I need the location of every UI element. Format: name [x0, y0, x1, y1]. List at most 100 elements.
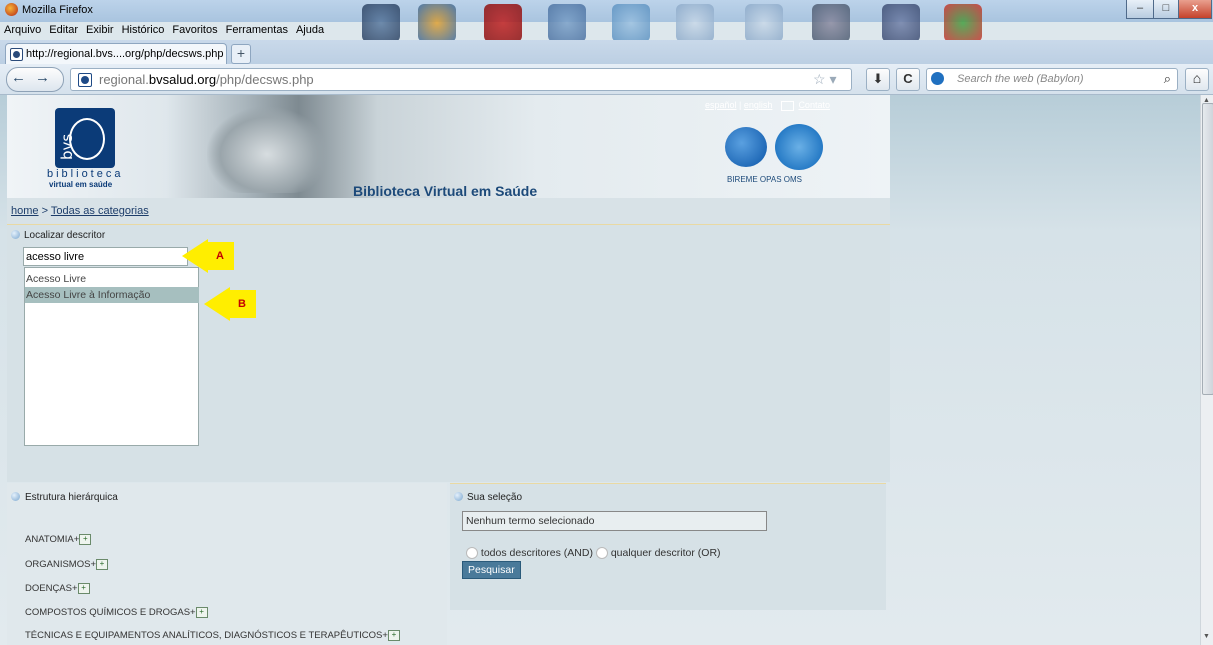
breadcrumb-separator: >: [38, 205, 51, 217]
category-label[interactable]: ANATOMIA+: [25, 534, 79, 545]
logo-word: biblioteca: [47, 168, 124, 180]
scroll-down-icon[interactable]: ▼: [1203, 633, 1210, 640]
minimize-button[interactable]: –: [1126, 0, 1154, 19]
desktop-icon: [612, 4, 650, 42]
desktop-icon: [745, 4, 783, 42]
desktop-icon: [418, 4, 456, 42]
new-tab-button[interactable]: +: [231, 44, 251, 64]
search-magnifier-icon[interactable]: ⌕: [1164, 71, 1171, 87]
desktop-icon: [676, 4, 714, 42]
annotation-arrow-a: A: [182, 239, 238, 273]
expand-plus-icon[interactable]: +: [387, 630, 400, 641]
category-label[interactable]: COMPOSTOS QUÍMICOS E DROGAS+: [25, 607, 196, 618]
panel-title: Localizar descritor: [24, 230, 106, 241]
url-prefix: regional.: [99, 72, 149, 87]
category-label[interactable]: TÉCNICAS E EQUIPAMENTOS ANALÍTICOS, DIAG…: [25, 630, 388, 641]
menu-exibir[interactable]: Exibir: [82, 22, 118, 36]
close-button[interactable]: x: [1178, 0, 1212, 19]
menu-editar[interactable]: Editar: [45, 22, 82, 36]
locate-descriptor-panel: Localizar descritor Acesso Livre Acesso …: [7, 225, 890, 482]
panel-title: Sua seleção: [467, 492, 523, 503]
search-bar[interactable]: Search the web (Babylon) ⌕: [926, 68, 1178, 91]
window-title-bar: Mozilla Firefox – □ x: [0, 0, 1213, 42]
category-item[interactable]: DOENÇAS+ +: [25, 583, 90, 594]
annotation-arrow-b: B: [204, 287, 260, 321]
radio-or-label[interactable]: qualquer descritor (OR): [611, 547, 721, 559]
category-label[interactable]: DOENÇAS+: [25, 583, 78, 594]
url-text[interactable]: regional.bvsalud.org/php/decsws.php: [99, 72, 314, 87]
desktop-icon: [548, 4, 586, 42]
menu-ferramentas[interactable]: Ferramentas: [222, 22, 292, 36]
radio-and[interactable]: [466, 547, 478, 560]
link-english[interactable]: english: [744, 100, 773, 110]
link-espanol[interactable]: español: [705, 100, 737, 110]
page-viewport: bvs biblioteca virtual em saúde Bibliote…: [0, 95, 1200, 645]
url-path: /php/decsws.php: [216, 72, 314, 87]
site-banner: bvs biblioteca virtual em saúde Bibliote…: [7, 95, 890, 199]
desktop-icon: [882, 4, 920, 42]
window-title: Mozilla Firefox: [22, 4, 93, 16]
annotation-label: A: [206, 242, 234, 270]
category-item[interactable]: TÉCNICAS E EQUIPAMENTOS ANALÍTICOS, DIAG…: [25, 630, 400, 641]
radio-and-label[interactable]: todos descritores (AND): [481, 547, 593, 559]
menu-favoritos[interactable]: Favoritos: [168, 22, 221, 36]
browser-tab[interactable]: http://regional.bvs....org/php/decsws.ph…: [5, 43, 227, 65]
search-engine-icon[interactable]: [931, 72, 944, 85]
descriptor-search-input[interactable]: [23, 247, 188, 266]
category-item[interactable]: COMPOSTOS QUÍMICOS E DROGAS+ +: [25, 607, 208, 618]
result-item-selected[interactable]: Acesso Livre à Informação: [25, 287, 199, 303]
url-domain: bvsalud.org: [148, 72, 217, 87]
bookmark-star-icon[interactable]: ☆ ▾: [813, 71, 836, 88]
bullet-icon: [454, 492, 463, 501]
bvs-logo[interactable]: bvs: [55, 108, 115, 168]
breadcrumb-current[interactable]: Todas as categorias: [51, 205, 149, 217]
expand-plus-icon[interactable]: +: [195, 607, 208, 618]
radio-or[interactable]: [595, 547, 608, 560]
desktop-icon: [812, 4, 850, 42]
menu-historico[interactable]: Histórico: [118, 22, 169, 36]
descriptor-results-list[interactable]: Acesso Livre Acesso Livre à Informação: [24, 267, 199, 446]
result-item[interactable]: Acesso Livre: [25, 271, 199, 287]
logo-subtitle: virtual em saúde: [49, 180, 113, 189]
panel-title: Estrutura hierárquica: [25, 492, 118, 503]
logo-letters: bvs: [58, 133, 76, 160]
bullet-icon: [11, 492, 20, 501]
menu-bar: Arquivo Editar Exibir Histórico Favoritos Fer…: [0, 22, 340, 40]
search-placeholder: Search the web (Babylon): [957, 73, 1084, 85]
category-item[interactable]: ORGANISMOS+ +: [25, 559, 108, 570]
search-button[interactable]: Pesquisar: [462, 561, 521, 579]
expand-plus-icon[interactable]: +: [96, 559, 108, 570]
expand-plus-icon[interactable]: +: [79, 534, 92, 545]
mail-icon: [780, 100, 794, 111]
site-identity-icon[interactable]: [78, 73, 92, 87]
tab-title: http://regional.bvs....org/php/decsws.ph…: [26, 48, 224, 60]
category-item[interactable]: ANATOMIA+ +: [25, 534, 92, 545]
category-label[interactable]: ORGANISMOS+: [25, 559, 96, 570]
hierarchy-panel: Estrutura hierárquica ANATOMIA+ + ORGANIS…: [7, 483, 447, 645]
menu-arquivo[interactable]: Arquivo: [0, 22, 45, 36]
desktop-icon: [362, 4, 400, 42]
back-arrow-icon[interactable]: ←: [11, 69, 26, 86]
menu-ajuda[interactable]: Ajuda: [292, 22, 328, 36]
bireme-globe-icon[interactable]: [725, 127, 767, 167]
breadcrumb-text: home > Todas as categorias: [11, 205, 149, 217]
site-title: Biblioteca Virtual em Saúde: [353, 183, 538, 199]
breadcrumb-home[interactable]: home: [11, 205, 39, 217]
vertical-scrollbar[interactable]: ▲ ▼: [1200, 95, 1213, 645]
banner-photo: [207, 107, 327, 193]
who-emblem-icon[interactable]: [775, 124, 823, 170]
url-bar[interactable]: regional.bvsalud.org/php/decsws.php ☆ ▾: [70, 68, 852, 91]
expand-plus-icon[interactable]: +: [77, 583, 90, 594]
maximize-button[interactable]: □: [1153, 0, 1179, 19]
forward-arrow-icon[interactable]: →: [35, 69, 50, 86]
firefox-icon: [5, 3, 18, 16]
link-contato[interactable]: Contato: [798, 100, 830, 110]
operator-options: todos descritores (AND) qualquer descrit…: [466, 547, 721, 560]
reload-button[interactable]: C: [896, 68, 920, 91]
page-favicon-icon: [10, 48, 23, 61]
home-button[interactable]: ⌂: [1185, 68, 1209, 91]
downloads-button[interactable]: ⬇: [866, 68, 890, 91]
scroll-thumb[interactable]: [1202, 103, 1213, 395]
language-links: español | english Contato: [705, 100, 830, 111]
selected-terms-field[interactable]: Nenhum termo selecionado: [462, 511, 767, 531]
